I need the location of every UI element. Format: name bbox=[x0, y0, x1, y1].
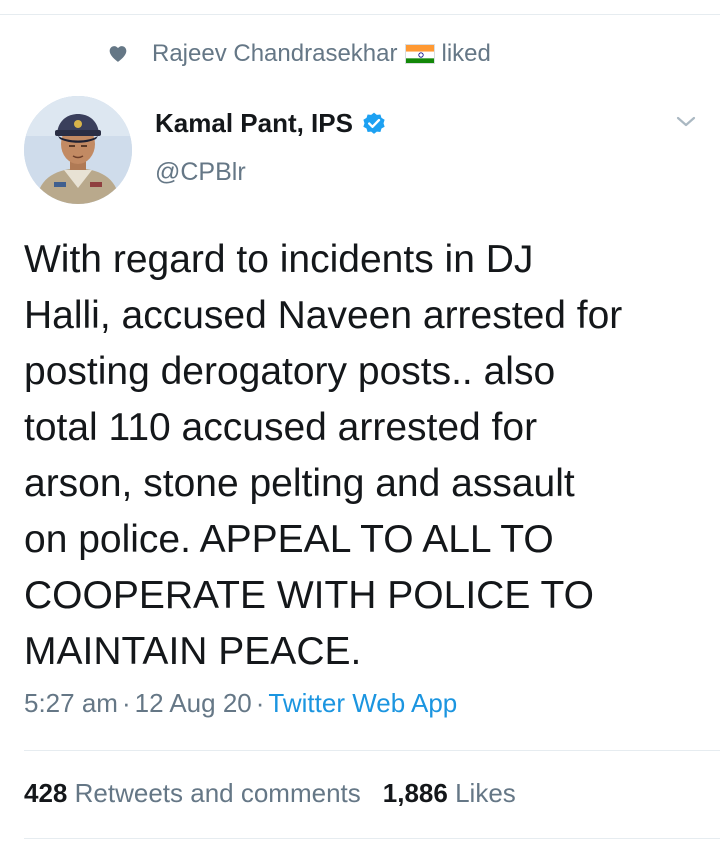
meta-separator: · bbox=[121, 688, 131, 718]
tweet-date[interactable]: 12 Aug 20 bbox=[135, 688, 252, 718]
tweet-line: posting derogatory posts.. also bbox=[24, 350, 556, 393]
heart-icon bbox=[108, 44, 128, 64]
indian-flag-icon bbox=[405, 44, 436, 64]
verified-badge-icon bbox=[361, 111, 387, 137]
meta-separator: · bbox=[255, 688, 265, 718]
tweet-line: MAINTAIN PEACE. bbox=[24, 630, 362, 673]
likes-stat[interactable]: 1,886 Likes bbox=[383, 778, 516, 808]
tweet-line: COOPERATE WITH POLICE TO bbox=[24, 574, 594, 617]
liker-name[interactable]: Rajeev Chandrasekhar bbox=[152, 40, 397, 68]
likes-label: Likes bbox=[455, 778, 516, 808]
tweet-line: arson, stone pelting and assault bbox=[24, 462, 575, 505]
retweets-stat[interactable]: 428 Retweets and comments bbox=[24, 778, 361, 808]
tweet-line: With regard to incidents in DJ bbox=[24, 238, 534, 281]
stats-divider-top bbox=[24, 750, 720, 751]
tweet-text: With regard to incidents in DJ Halli, ac… bbox=[24, 232, 704, 680]
retweets-count: 428 bbox=[24, 778, 68, 808]
social-context[interactable]: Rajeev Chandrasekhar liked bbox=[108, 38, 491, 70]
retweets-label: Retweets and comments bbox=[74, 778, 361, 808]
chevron-down-icon[interactable] bbox=[672, 112, 700, 132]
tweet-source-link[interactable]: Twitter Web App bbox=[268, 688, 457, 718]
tweet-time[interactable]: 5:27 am bbox=[24, 688, 118, 718]
author-handle[interactable]: @CPBlr bbox=[155, 158, 246, 187]
tweet-line: total 110 accused arrested for bbox=[24, 406, 538, 449]
author-name[interactable]: Kamal Pant, IPS bbox=[155, 108, 387, 139]
stats-divider-bottom bbox=[24, 838, 720, 839]
top-divider bbox=[0, 14, 720, 15]
avatar[interactable] bbox=[24, 96, 132, 204]
tweet-metadata: 5:27 am · 12 Aug 20 · Twitter Web App bbox=[24, 688, 457, 719]
likes-count: 1,886 bbox=[382, 778, 448, 808]
author-name-text[interactable]: Kamal Pant, IPS bbox=[155, 108, 353, 139]
tweet-line: on police. APPEAL TO ALL TO bbox=[24, 518, 554, 561]
tweet-stats: 428 Retweets and comments 1,886 Likes bbox=[24, 778, 516, 809]
tweet-line: Halli, accused Naveen arrested for bbox=[24, 294, 623, 337]
liked-label: liked bbox=[441, 40, 491, 67]
